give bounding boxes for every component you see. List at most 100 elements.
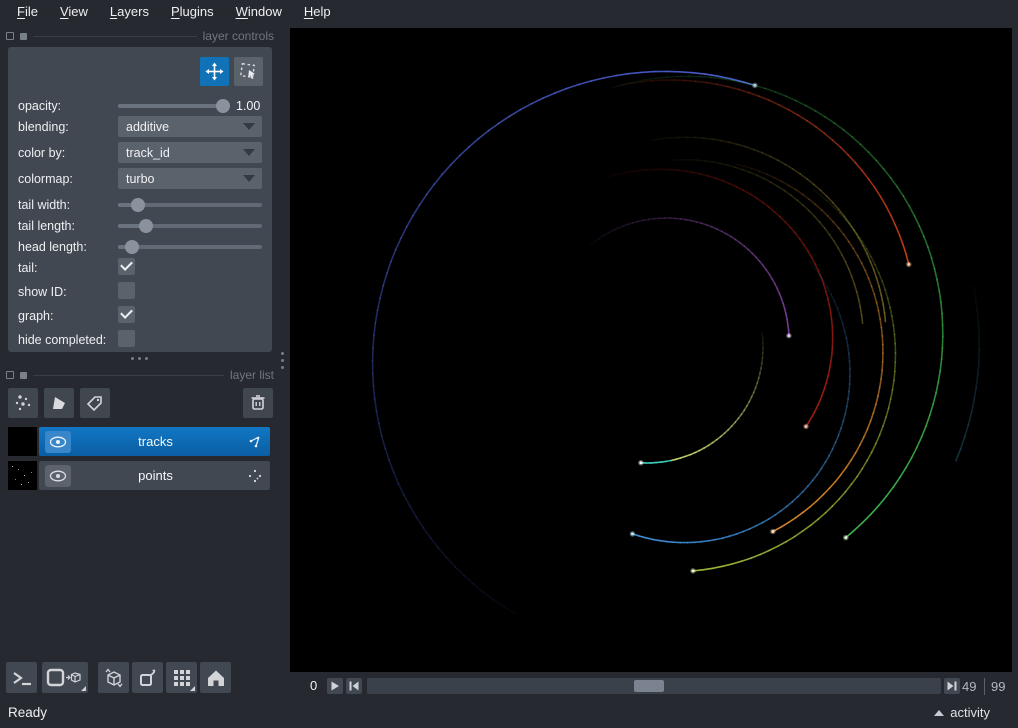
dock-rule <box>33 375 224 376</box>
color-by-select[interactable]: track_id <box>118 142 262 163</box>
frame-slider-handle[interactable] <box>634 680 664 692</box>
color-by-value: track_id <box>118 146 243 160</box>
tail-width-row: tail width: <box>8 196 272 214</box>
layer-row-points[interactable]: points <box>8 461 270 490</box>
menu-bar: File View Layers Plugins Window Help <box>0 0 1018 24</box>
menu-view[interactable]: View <box>49 0 99 24</box>
layer-controls-dock-header: layer controls <box>6 28 278 44</box>
activity-label: activity <box>950 705 990 720</box>
current-frame: 49 <box>962 679 976 694</box>
sidebar-resize-handle[interactable] <box>281 352 284 369</box>
activity-button[interactable]: activity <box>934 705 990 720</box>
slider-track[interactable] <box>118 104 230 108</box>
transform-button[interactable] <box>234 57 263 86</box>
shapes-icon <box>49 393 69 413</box>
colormap-row: colormap: turbo <box>8 170 272 188</box>
tail-checkbox[interactable] <box>118 258 135 275</box>
tail-length-slider[interactable] <box>118 217 262 235</box>
graph-row: graph: <box>8 307 272 325</box>
total-frames: 99 <box>991 679 1005 694</box>
blending-select[interactable]: additive <box>118 116 262 137</box>
slider-handle[interactable] <box>125 240 139 254</box>
graph-checkbox[interactable] <box>118 306 135 323</box>
slider-track[interactable] <box>118 245 262 249</box>
hide-panel-icon[interactable] <box>20 372 27 379</box>
tail-width-label: tail width: <box>18 196 70 214</box>
dims-axis-label: 0 <box>310 678 317 693</box>
slider-handle[interactable] <box>216 99 230 113</box>
opacity-slider[interactable] <box>118 97 230 115</box>
layer-list-dock-header: layer list <box>6 367 278 383</box>
slider-handle[interactable] <box>131 198 145 212</box>
blending-row: blending: additive <box>8 118 272 136</box>
show-id-label: show ID: <box>18 283 67 301</box>
console-button[interactable] <box>6 662 37 693</box>
play-button[interactable] <box>327 678 343 694</box>
menu-window[interactable]: Window <box>225 0 293 24</box>
colormap-value: turbo <box>118 172 243 186</box>
tracks-visibility-button[interactable] <box>45 431 71 453</box>
tail-length-row: tail length: <box>8 217 272 235</box>
layer-row-tracks[interactable]: tracks <box>8 427 270 456</box>
transpose-dimensions-button[interactable] <box>132 662 163 693</box>
viewer-canvas[interactable] <box>290 28 1012 672</box>
grid-icon <box>172 668 192 688</box>
show-id-row: show ID: <box>8 283 272 301</box>
home-button[interactable] <box>200 662 231 693</box>
frame-slider[interactable] <box>367 678 941 694</box>
chevron-down-icon <box>243 123 255 130</box>
eye-icon <box>49 436 67 448</box>
eye-icon <box>49 470 67 482</box>
menu-plugins[interactable]: Plugins <box>160 0 225 24</box>
ndisplay-toggle-button[interactable] <box>42 662 88 693</box>
play-icon <box>329 680 341 692</box>
transpose-icon <box>137 667 159 689</box>
graph-label: graph: <box>18 307 53 325</box>
new-points-layer-button[interactable] <box>8 388 38 418</box>
color-by-label: color by: <box>18 144 65 162</box>
menu-help[interactable]: Help <box>293 0 342 24</box>
tail-label: tail: <box>18 259 37 277</box>
head-length-row: head length: <box>8 238 272 256</box>
chevron-down-icon <box>243 175 255 182</box>
show-id-checkbox[interactable] <box>118 282 135 299</box>
tail-row: tail: <box>8 259 272 277</box>
canvas-tracks-svg <box>290 28 1012 672</box>
mode-buttons <box>200 57 263 86</box>
grid-view-button[interactable] <box>166 662 197 693</box>
points-visibility-button[interactable] <box>45 465 71 487</box>
colormap-select[interactable]: turbo <box>118 168 262 189</box>
new-shapes-layer-button[interactable] <box>44 388 74 418</box>
head-length-label: head length: <box>18 238 87 256</box>
blending-label: blending: <box>18 118 69 136</box>
layer-controls-title: layer controls <box>203 29 278 43</box>
slider-handle[interactable] <box>139 219 153 233</box>
hide-completed-checkbox[interactable] <box>118 330 135 347</box>
tracks-thumbnail <box>8 427 37 456</box>
menu-file[interactable]: File <box>6 0 49 24</box>
color-by-row: color by: track_id <box>8 144 272 162</box>
dock-resize-handle[interactable] <box>131 357 151 360</box>
step-forward-button[interactable] <box>944 678 960 694</box>
step-back-button[interactable] <box>346 678 362 694</box>
float-panel-icon[interactable] <box>6 32 14 40</box>
triangle-up-icon <box>934 710 944 716</box>
new-labels-layer-button[interactable] <box>80 388 110 418</box>
menu-layers[interactable]: Layers <box>99 0 160 24</box>
points-thumbnail <box>8 461 37 490</box>
roll-dimensions-button[interactable] <box>98 662 129 693</box>
delete-layer-button[interactable] <box>243 388 273 418</box>
dock-rule <box>33 36 197 37</box>
tail-width-slider[interactable] <box>118 196 262 214</box>
layer-name-tracks: tracks <box>71 434 240 449</box>
float-panel-icon[interactable] <box>6 371 14 379</box>
napari-window: File View Layers Plugins Window Help lay… <box>0 0 1018 728</box>
pan-zoom-button[interactable] <box>200 57 229 86</box>
hide-panel-icon[interactable] <box>20 33 27 40</box>
head-length-slider[interactable] <box>118 238 262 256</box>
frame-count-divider <box>984 678 985 695</box>
hide-completed-row: hide completed: <box>8 331 272 349</box>
colormap-label: colormap: <box>18 170 73 188</box>
step-back-icon <box>348 680 360 692</box>
chevron-down-icon <box>243 149 255 156</box>
